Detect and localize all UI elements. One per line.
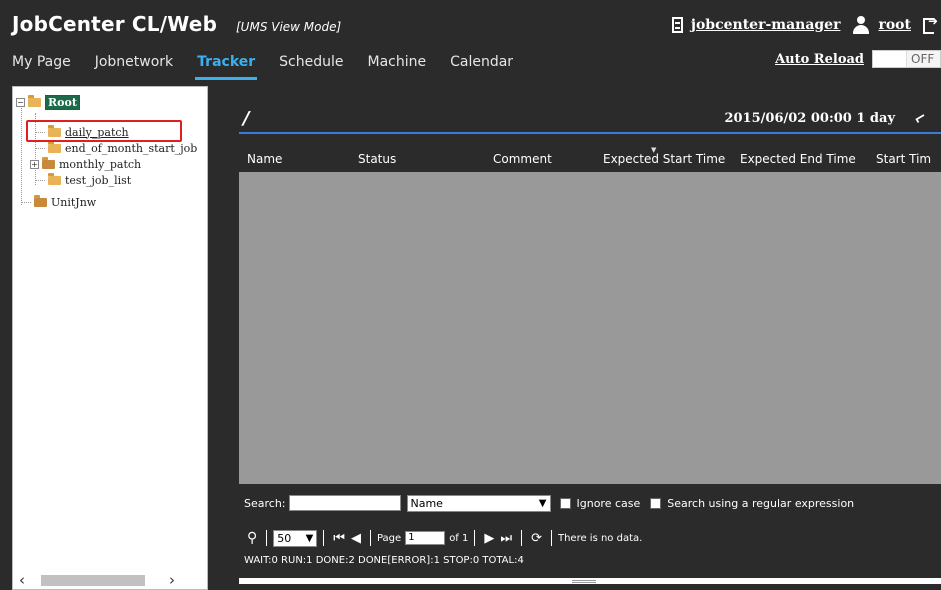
nav-tracker[interactable]: Tracker [185, 52, 267, 80]
tree-connector [21, 201, 31, 203]
scroll-thumb[interactable] [41, 575, 145, 586]
refresh-icon[interactable]: ⟳ [531, 531, 542, 546]
auto-reload: Auto Reload OFF [775, 50, 941, 68]
date-range: 2015/06/02 00:00 1 day [724, 111, 895, 126]
app-title: JobCenter CL/Web [12, 12, 218, 36]
search-label: Search: [244, 496, 286, 510]
expand-icon[interactable]: + [30, 159, 39, 169]
page-number-input[interactable]: 1 [405, 531, 446, 545]
nav-my-page[interactable]: My Page [0, 52, 83, 76]
tree-line [21, 103, 22, 205]
current-path: / [243, 108, 250, 129]
tree-connector [35, 147, 45, 149]
divider [521, 530, 523, 546]
user-icon [852, 16, 870, 34]
col-start-time[interactable]: Start Tim [876, 152, 931, 166]
tree-root-label[interactable]: Root [45, 94, 80, 110]
regex-label: Search using a regular expression [667, 496, 855, 510]
folder-icon [42, 156, 55, 169]
tree-item-label[interactable]: end_of_month_start_job [65, 142, 197, 155]
folder-open-icon [48, 140, 61, 153]
page-of-label: of 1 [449, 532, 469, 544]
no-data-message: There is no data. [557, 532, 643, 544]
ignore-case-label: Ignore case [576, 496, 641, 510]
tree-item-label[interactable]: monthly_patch [59, 158, 141, 171]
col-comment[interactable]: Comment [493, 152, 552, 166]
app-header: JobCenter CL/Web [UMS View Mode] jobcent… [0, 0, 941, 86]
collapse-icon[interactable]: − [16, 97, 25, 107]
toggle-state: OFF [907, 51, 940, 67]
page-size-select[interactable]: 50 ▼ [273, 529, 318, 547]
selection-highlight [26, 120, 182, 142]
tree-item-unitjnw[interactable]: UnitJnw [21, 194, 96, 209]
col-name[interactable]: Name [247, 152, 282, 166]
auto-reload-toggle[interactable]: OFF [872, 50, 941, 68]
settings-wrench-icon[interactable]: ⌐ [911, 107, 931, 129]
server-link[interactable]: jobcenter-manager [691, 17, 841, 33]
divider [323, 530, 325, 546]
search-input[interactable] [288, 495, 401, 511]
nav-schedule[interactable]: Schedule [267, 52, 355, 76]
tracker-panel: / 2015/06/02 00:00 1 day ⌐ ▼ Name Status… [223, 86, 941, 590]
divider [369, 530, 371, 546]
regex-checkbox[interactable] [650, 497, 662, 509]
search-field-select[interactable]: Name ▼ [406, 494, 551, 512]
tree-connector [35, 179, 45, 181]
tree-item-label[interactable]: test_job_list [65, 174, 131, 187]
tree-item-end-of-month[interactable]: end_of_month_start_job [35, 140, 197, 155]
search-field-value: Name [410, 496, 443, 510]
scroll-right-icon[interactable]: › [169, 571, 175, 589]
col-expected-start[interactable]: Expected Start Time [603, 152, 725, 166]
divider [266, 530, 268, 546]
nav-calendar[interactable]: Calendar [438, 52, 525, 76]
top-right-toolbar: jobcenter-manager root [671, 14, 941, 36]
tree-root[interactable]: − Root [16, 94, 80, 110]
main-nav: My Page Jobnetwork Tracker Schedule Mach… [0, 52, 525, 80]
jobnetwork-tree: − Root daily_patch end_of_month_start_jo… [12, 86, 208, 590]
tracker-grid [239, 172, 941, 484]
search-icon[interactable]: ⚲ [247, 530, 257, 546]
search-row: Search: Name ▼ Ignore case Search using … [244, 494, 854, 512]
col-expected-end[interactable]: Expected End Time [740, 152, 856, 166]
scroll-left-icon[interactable]: ‹ [19, 571, 25, 589]
logout-icon[interactable] [923, 14, 939, 34]
divider [474, 530, 476, 546]
resize-handle[interactable] [239, 578, 941, 584]
divider [550, 530, 552, 546]
col-status[interactable]: Status [358, 152, 396, 166]
tree-item-test-job-list[interactable]: test_job_list [35, 172, 131, 187]
last-page-icon[interactable]: ⏭ [500, 531, 512, 546]
view-mode: [UMS View Mode] [236, 20, 342, 34]
status-summary: WAIT:0 RUN:1 DONE:2 DONE[ERROR]:1 STOP:0… [244, 555, 524, 566]
next-page-icon[interactable]: ▶ [484, 531, 494, 546]
path-bar: / 2015/06/02 00:00 1 day ⌐ [239, 106, 941, 134]
user-link[interactable]: root [878, 17, 911, 33]
tree-item-monthly-patch[interactable]: + monthly_patch [30, 156, 141, 171]
toggle-knob [873, 51, 907, 67]
prev-page-icon[interactable]: ◀ [351, 531, 361, 546]
folder-open-icon [28, 94, 41, 107]
nav-jobnetwork[interactable]: Jobnetwork [83, 52, 185, 76]
chevron-down-icon: ▼ [538, 497, 547, 509]
page-label: Page [376, 532, 402, 544]
tree-item-label[interactable]: UnitJnw [51, 196, 96, 209]
auto-reload-label[interactable]: Auto Reload [775, 52, 864, 67]
ignore-case-checkbox[interactable] [559, 497, 571, 509]
pager: ⚲ 50 ▼ ⏮ ◀ Page 1 of 1 ▶ ⏭ ⟳ There is no… [244, 528, 642, 548]
first-page-icon[interactable]: ⏮ [333, 531, 345, 546]
folder-open-icon [48, 172, 61, 185]
server-icon [671, 17, 683, 33]
chevron-down-icon: ▼ [305, 532, 314, 544]
folder-icon [34, 194, 47, 207]
tree-horizontal-scrollbar[interactable]: ‹ › [13, 571, 207, 589]
nav-machine[interactable]: Machine [356, 52, 439, 76]
page-size-value: 50 [277, 531, 292, 545]
